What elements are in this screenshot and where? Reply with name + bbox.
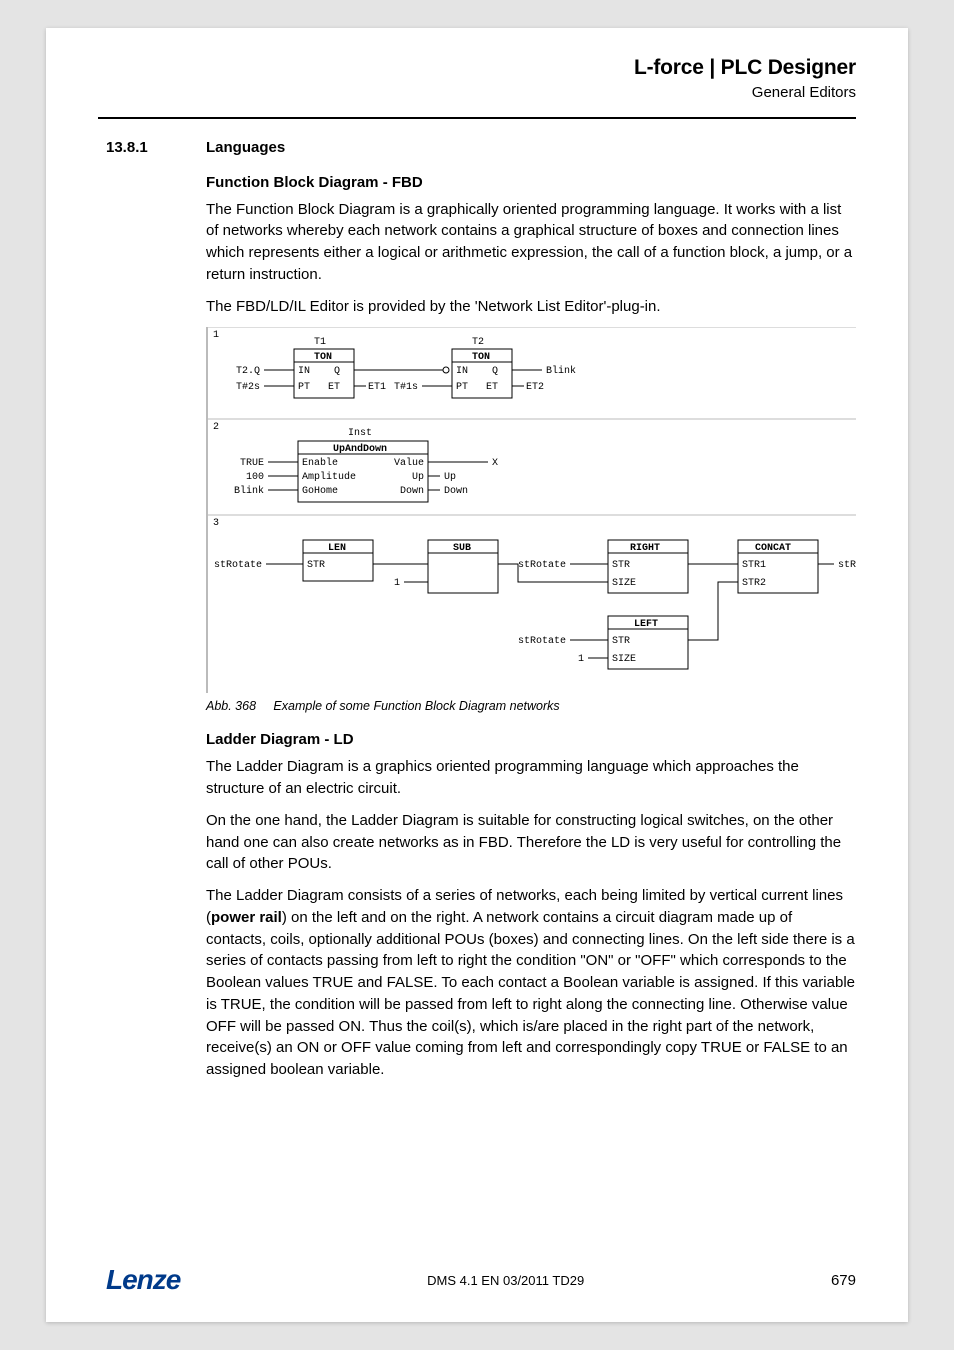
svg-text:Up: Up [444, 472, 456, 483]
fbd-title: Function Block Diagram - FBD [206, 174, 856, 191]
svg-text:stRotate: stRotate [518, 560, 566, 571]
svg-text:stRotate: stRotate [518, 636, 566, 647]
svg-text:Q: Q [334, 366, 340, 377]
svg-text:stRotate: stRotate [214, 560, 262, 571]
svg-text:TON: TON [314, 352, 332, 363]
svg-text:ET: ET [486, 382, 498, 393]
svg-text:Amplitude: Amplitude [302, 471, 356, 483]
page: L-force | PLC Designer General Editors 1… [46, 28, 908, 1322]
svg-text:ET1: ET1 [368, 382, 386, 393]
svg-text:1: 1 [213, 330, 219, 341]
svg-text:T#1s: T#1s [394, 382, 418, 393]
section-label: General Editors [46, 84, 856, 107]
svg-text:ET: ET [328, 382, 340, 393]
svg-text:TRUE: TRUE [240, 458, 264, 469]
svg-text:STR: STR [307, 560, 325, 571]
section-number: 13.8.1 [106, 139, 206, 156]
svg-text:RIGHT: RIGHT [630, 543, 660, 554]
ld-p3-bold: power rail [211, 909, 282, 926]
svg-text:Blink: Blink [234, 485, 264, 497]
svg-text:Blink: Blink [546, 365, 576, 377]
svg-text:2: 2 [213, 422, 219, 433]
svg-text:SIZE: SIZE [612, 654, 636, 665]
svg-text:T2.Q: T2.Q [236, 366, 260, 377]
svg-text:LEFT: LEFT [634, 619, 658, 630]
svg-text:TON: TON [472, 352, 490, 363]
body-column: Function Block Diagram - FBD The Functio… [206, 174, 856, 1081]
document-header: L-force | PLC Designer General Editors [46, 28, 908, 117]
svg-text:100: 100 [246, 472, 264, 483]
svg-text:Down: Down [444, 486, 468, 497]
svg-text:SUB: SUB [453, 543, 471, 554]
ld-paragraph-3: The Ladder Diagram consists of a series … [206, 885, 856, 1081]
figure-caption: Abb. 368 Example of some Function Block … [206, 699, 856, 713]
lenze-logo: Lenze [106, 1264, 180, 1296]
svg-text:GoHome: GoHome [302, 486, 338, 497]
svg-text:IN: IN [298, 366, 310, 377]
svg-text:STR: STR [612, 560, 630, 571]
svg-text:1: 1 [394, 578, 400, 589]
svg-text:stRotate: stRotate [838, 560, 856, 571]
section-heading-row: 13.8.1 Languages [106, 139, 856, 156]
section-title: Languages [206, 139, 285, 156]
svg-text:STR1: STR1 [742, 560, 766, 571]
svg-text:X: X [492, 458, 498, 469]
svg-text:Down: Down [400, 486, 424, 497]
svg-text:Q: Q [492, 366, 498, 377]
svg-text:T2: T2 [472, 337, 484, 348]
svg-text:PT: PT [298, 382, 310, 393]
fbd-paragraph-1: The Function Block Diagram is a graphica… [206, 199, 856, 286]
svg-text:LEN: LEN [328, 543, 346, 554]
svg-text:STR: STR [612, 636, 630, 647]
svg-text:STR2: STR2 [742, 578, 766, 589]
ld-p3-b: ) on the left and on the right. A networ… [206, 909, 855, 1078]
caption-number: Abb. 368 [206, 699, 256, 713]
svg-text:Enable: Enable [302, 457, 338, 469]
fbd-paragraph-2: The FBD/LD/IL Editor is provided by the … [206, 296, 856, 318]
svg-text:3: 3 [213, 518, 219, 529]
fbd-diagram-svg: 1 2 3 T1 TON IN Q PT ET T2.Q T#2s [206, 327, 856, 693]
svg-text:SIZE: SIZE [612, 578, 636, 589]
svg-text:CONCAT: CONCAT [755, 543, 791, 554]
svg-text:Inst: Inst [348, 428, 372, 439]
svg-text:IN: IN [456, 366, 468, 377]
svg-text:PT: PT [456, 382, 468, 393]
svg-text:UpAndDown: UpAndDown [333, 443, 387, 455]
brand-title: L-force | PLC Designer [46, 56, 856, 84]
ld-paragraph-2: On the one hand, the Ladder Diagram is s… [206, 810, 856, 875]
caption-text: Example of some Function Block Diagram n… [273, 699, 559, 713]
document-footer: Lenze DMS 4.1 EN 03/2011 TD29 679 [46, 1264, 908, 1296]
svg-text:T1: T1 [314, 337, 326, 348]
svg-text:Value: Value [394, 457, 424, 469]
svg-text:1: 1 [578, 654, 584, 665]
document-id: DMS 4.1 EN 03/2011 TD29 [427, 1273, 584, 1288]
document-body: 13.8.1 Languages Function Block Diagram … [46, 119, 908, 1081]
svg-text:T#2s: T#2s [236, 382, 260, 393]
ld-paragraph-1: The Ladder Diagram is a graphics oriente… [206, 756, 856, 800]
page-number: 679 [831, 1272, 856, 1289]
svg-text:ET2: ET2 [526, 382, 544, 393]
svg-text:Up: Up [412, 472, 424, 483]
ld-title: Ladder Diagram - LD [206, 731, 856, 748]
fbd-figure: 1 2 3 T1 TON IN Q PT ET T2.Q T#2s [206, 327, 856, 693]
